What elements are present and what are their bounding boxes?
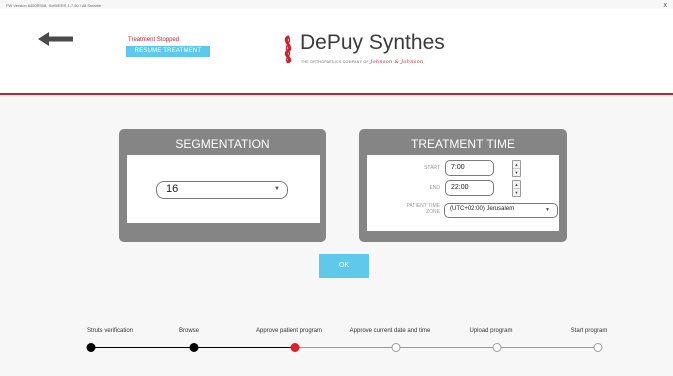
end-time-input[interactable]: 22:00	[445, 180, 494, 196]
brand-tagline: THE ORTHOPAEDICS COMPANY OF Johnson & Jo…	[301, 59, 423, 65]
treatment-time-panel: TREATMENT TIME START 7:00 ▲ ▼ END 22:00 …	[359, 129, 567, 242]
step-dot-browse	[189, 343, 199, 352]
end-time-value: 22:00	[451, 184, 469, 191]
step-dot-approve-program	[290, 343, 300, 352]
start-time-stepper[interactable]: ▲ ▼	[512, 160, 521, 177]
back-button[interactable]	[38, 31, 74, 47]
brand-name: DePuy Synthes	[300, 31, 445, 54]
brand-logo: DePuy Synthes THE ORTHOPAEDICS COMPANY O…	[280, 31, 445, 77]
window-title: FW Version 6450R008, SoftVERS 1.7.50 / A…	[6, 3, 102, 8]
progress-stepper: Struts verification Browse Approve patie…	[0, 320, 673, 360]
increment-icon[interactable]: ▲	[513, 181, 520, 189]
step-dot-start	[593, 343, 603, 352]
step-dot-approve-date	[391, 343, 401, 352]
segmentation-body: 16 ▼	[127, 155, 320, 223]
step-label-start: Start program	[570, 328, 608, 334]
step-label-upload: Upload program	[469, 328, 513, 334]
step-dot-upload	[492, 343, 502, 352]
timezone-select[interactable]: (UTC+02:00) Jerusalem ▼	[444, 203, 558, 218]
decrement-icon[interactable]: ▼	[513, 189, 520, 196]
brand-parent: Johnson & Johnson	[370, 59, 424, 65]
segmentation-select[interactable]: 16 ▼	[156, 181, 288, 199]
close-icon[interactable]: x	[664, 2, 668, 9]
chevron-down-icon: ▼	[545, 207, 550, 213]
resume-treatment-button[interactable]: RESUME TREATMENT	[126, 46, 210, 57]
start-label: START	[424, 165, 440, 171]
treatment-time-title: TREATMENT TIME	[410, 137, 515, 151]
depuy-logo-icon	[284, 35, 292, 63]
end-label: END	[429, 185, 440, 191]
decrement-icon[interactable]: ▼	[513, 169, 520, 176]
segmentation-panel: SEGMENTATION 16 ▼	[119, 129, 326, 242]
step-label-struts: Struts verification	[86, 328, 134, 334]
start-time-input[interactable]: 7:00	[445, 160, 494, 176]
ok-button[interactable]: OK	[319, 254, 369, 278]
brand-tagline-text: THE ORTHOPAEDICS COMPANY OF	[301, 60, 369, 64]
end-time-stepper[interactable]: ▲ ▼	[512, 180, 521, 197]
step-label-browse: Browse	[178, 328, 200, 334]
step-connector-pending	[295, 347, 598, 348]
step-label-approve-date: Approve current date and time	[349, 328, 431, 334]
treatment-status: Treatment Stopped	[128, 37, 180, 43]
step-dot-struts	[86, 343, 96, 352]
chevron-down-icon: ▼	[274, 186, 280, 192]
step-label-approve-program: Approve patient program	[255, 328, 323, 334]
app-header: Treatment Stopped RESUME TREATMENT DePuy…	[0, 9, 673, 95]
segmentation-value: 16	[166, 183, 179, 195]
timezone-label: PATIENT TIME ZONE	[385, 203, 440, 215]
increment-icon[interactable]: ▲	[513, 161, 520, 169]
timezone-value: (UTC+02:00) Jerusalem	[450, 206, 515, 212]
timezone-label-line2: ZONE	[426, 209, 440, 215]
arrow-left-icon	[38, 32, 73, 46]
treatment-time-body: START 7:00 ▲ ▼ END 22:00 ▲ ▼ PATIENT TIM…	[367, 155, 559, 231]
start-time-value: 7:00	[451, 164, 465, 171]
segmentation-title: SEGMENTATION	[175, 137, 270, 151]
